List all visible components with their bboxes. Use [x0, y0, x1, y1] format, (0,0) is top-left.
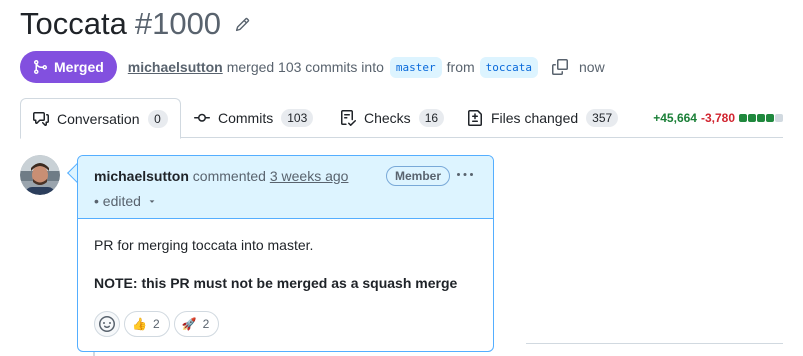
reaction-count: 2: [152, 317, 160, 331]
diffstat-block: [775, 114, 783, 122]
kebab-horizontal-icon[interactable]: [453, 164, 477, 186]
comment-header: michaelsutton commented 3 weeks ago • ed…: [78, 156, 493, 219]
reactions-bar: 👍 2 🚀 2: [94, 311, 220, 337]
reaction-thumbs-up[interactable]: 👍 2: [124, 311, 170, 337]
diffstat-block: [757, 114, 765, 122]
triangle-down-icon: [147, 196, 157, 206]
copy-icon[interactable]: [551, 58, 569, 76]
merged-status-badge: Merged: [20, 51, 117, 83]
comment-action: commented: [192, 168, 266, 184]
tab-conversation[interactable]: Conversation 0: [20, 98, 181, 139]
edited-dropdown[interactable]: • edited: [94, 193, 157, 209]
diffstat-block: [739, 114, 747, 122]
base-branch[interactable]: master: [389, 56, 442, 78]
smiley-icon[interactable]: [94, 311, 120, 337]
comment-body: PR for merging toccata into master. NOTE…: [78, 219, 493, 291]
thumbs-up-icon: 👍: [132, 317, 147, 331]
file-diff-icon: [467, 110, 483, 126]
tab-counter: 103: [281, 109, 314, 127]
head-branch[interactable]: toccata: [479, 56, 538, 78]
tab-label: Files changed: [491, 110, 579, 126]
pencil-icon[interactable]: [233, 15, 251, 33]
diffstat-blocks: [739, 114, 783, 122]
tab-label: Checks: [364, 110, 411, 126]
comment-meta: michaelsutton commented 3 weeks ago: [94, 168, 348, 184]
rocket-icon: 🚀: [181, 317, 197, 331]
comment-timestamp-link[interactable]: 3 weeks ago: [270, 168, 349, 184]
merge-time: now: [579, 59, 605, 75]
avatar[interactable]: [20, 155, 60, 195]
diffstat-block: [748, 114, 756, 122]
edited-label: • edited: [94, 193, 141, 209]
pr-title: Toccata: [20, 6, 127, 41]
comment-note: NOTE: this PR must not be merged as a sq…: [94, 275, 458, 291]
from-text: from: [446, 59, 475, 75]
tab-checks[interactable]: Checks 16: [328, 98, 456, 138]
timeline-line: [93, 352, 95, 356]
diff-deletions: -3,780: [700, 111, 735, 125]
comment-text: PR for merging toccata into master.: [94, 237, 314, 253]
reaction-count: 2: [202, 317, 210, 331]
checklist-icon: [340, 110, 356, 126]
merged-badge-label: Merged: [54, 59, 104, 75]
tab-label: Conversation: [57, 110, 140, 127]
pr-status-row: Merged michaelsutton merged 103 commits …: [20, 51, 605, 83]
diff-additions: +45,664: [653, 111, 697, 125]
diffstat: +45,664 -3,780: [653, 98, 783, 138]
tab-counter: 357: [586, 109, 619, 127]
tab-label: Commits: [218, 110, 274, 126]
pr-number: #1000: [134, 6, 222, 41]
divider: [526, 343, 783, 344]
pr-author-link[interactable]: michaelsutton: [128, 59, 223, 75]
diffstat-block: [766, 114, 774, 122]
tab-commits[interactable]: Commits 103: [182, 98, 325, 138]
tab-counter: 0: [147, 109, 168, 128]
merged-commits-text: merged 103 commits into: [226, 59, 384, 75]
tab-files-changed[interactable]: Files changed 357: [455, 98, 630, 138]
pr-tabs: Conversation 0 Commits 103 Checks 16 Fil…: [20, 98, 783, 139]
comment-discussion-icon: [33, 111, 49, 127]
tab-counter: 16: [418, 109, 445, 127]
comment-author-link[interactable]: michaelsutton: [94, 168, 189, 184]
reaction-rocket[interactable]: 🚀 2: [173, 311, 220, 337]
comment-box: michaelsutton commented 3 weeks ago • ed…: [77, 155, 494, 352]
pr-title-row: Toccata #1000: [20, 4, 251, 44]
git-merge-icon: [32, 59, 48, 75]
git-commit-icon: [194, 110, 210, 126]
member-role-badge: Member: [386, 166, 451, 186]
